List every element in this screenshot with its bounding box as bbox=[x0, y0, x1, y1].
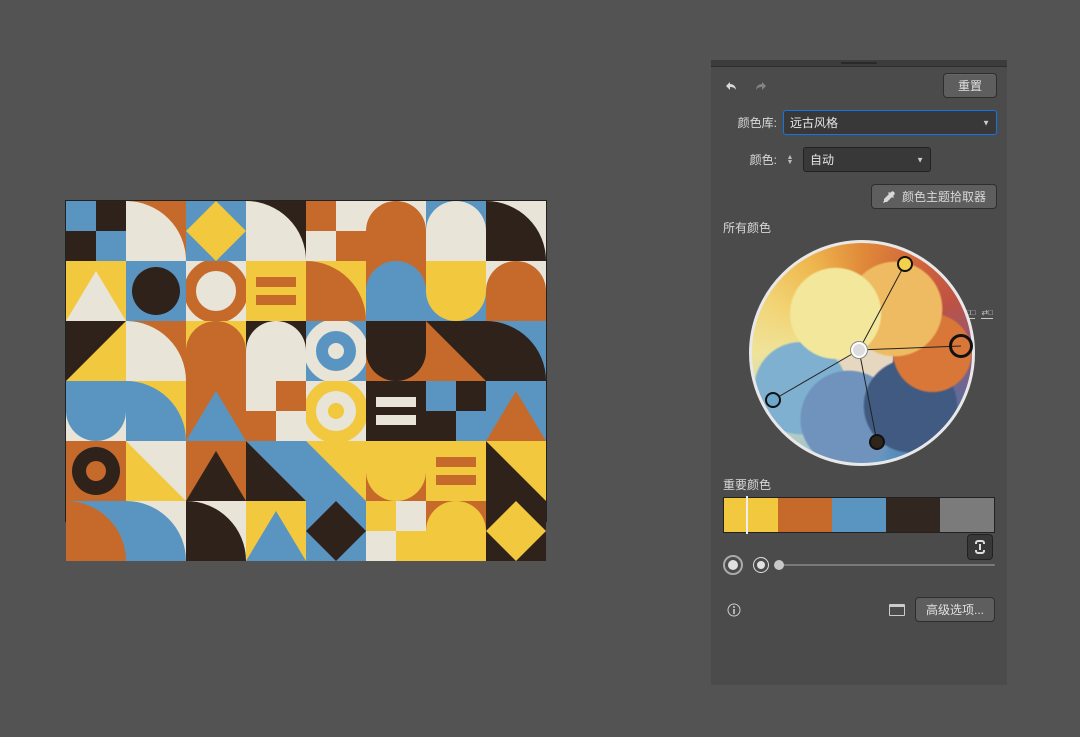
artwork-tile bbox=[426, 381, 486, 441]
important-colors-label: 重要颜色 bbox=[711, 472, 1007, 493]
library-select[interactable]: 远古风格 ▼ bbox=[783, 110, 997, 135]
panel-grip[interactable] bbox=[711, 60, 1007, 67]
artwork-tile bbox=[366, 381, 426, 441]
artwork-tile bbox=[246, 261, 306, 321]
swatch[interactable] bbox=[778, 498, 832, 532]
swatch[interactable] bbox=[886, 498, 940, 532]
artwork-tile bbox=[426, 441, 486, 501]
advanced-options-button[interactable]: 高级选项... bbox=[915, 597, 995, 622]
artwork-tile bbox=[126, 501, 186, 561]
artwork-tile bbox=[366, 261, 426, 321]
recolor-panel: 重置 颜色库: 远古风格 ▼ 颜色: ▲▼ 自动 ▼ 颜色主题拾取器 所有颜色 … bbox=[711, 60, 1007, 685]
artwork-tile bbox=[246, 201, 306, 261]
prominent-swatches[interactable] bbox=[723, 497, 995, 533]
artwork-tile bbox=[366, 201, 426, 261]
wheel-color-node[interactable] bbox=[869, 434, 885, 450]
artwork-tile bbox=[126, 321, 186, 381]
artwork-tile bbox=[426, 201, 486, 261]
view-mode-list[interactable]: ⇄□ bbox=[981, 308, 993, 319]
artwork-tile bbox=[306, 441, 366, 501]
artwork-tile bbox=[66, 261, 126, 321]
artwork-tile bbox=[246, 321, 306, 381]
artwork-tile bbox=[66, 201, 126, 261]
all-colors-label: 所有颜色 bbox=[711, 215, 1007, 236]
artwork-tile bbox=[186, 381, 246, 441]
swatch-marker[interactable] bbox=[746, 496, 748, 534]
wheel-color-node[interactable] bbox=[949, 334, 973, 358]
reset-button[interactable]: 重置 bbox=[943, 73, 997, 98]
artwork-tile bbox=[246, 501, 306, 561]
stepper-icon[interactable]: ▲▼ bbox=[783, 155, 797, 165]
swatch[interactable] bbox=[832, 498, 886, 532]
redo-button[interactable] bbox=[749, 77, 771, 95]
artwork-tile bbox=[186, 501, 246, 561]
eyedropper-icon bbox=[882, 190, 896, 204]
artwork-tile bbox=[186, 441, 246, 501]
theme-picker-button[interactable]: 颜色主题拾取器 bbox=[871, 184, 997, 209]
artwork-tile bbox=[306, 381, 366, 441]
artwork-tile bbox=[486, 321, 546, 381]
artwork-tile bbox=[66, 381, 126, 441]
artwork-tile bbox=[486, 201, 546, 261]
artwork-tile bbox=[66, 501, 126, 561]
artwork-tile bbox=[186, 321, 246, 381]
weight-slider[interactable] bbox=[779, 564, 995, 566]
artwork-tile bbox=[426, 321, 486, 381]
artwork-tile bbox=[246, 441, 306, 501]
artwork-tile bbox=[186, 261, 246, 321]
artwork-tile bbox=[366, 441, 426, 501]
library-label: 颜色库: bbox=[721, 114, 777, 131]
mode-radio-a[interactable] bbox=[723, 555, 743, 575]
undo-button[interactable] bbox=[721, 77, 743, 95]
info-button[interactable] bbox=[723, 601, 745, 619]
artwork-tile bbox=[306, 321, 366, 381]
artwork-tile bbox=[426, 501, 486, 561]
swatch[interactable] bbox=[940, 498, 994, 532]
artwork-tile bbox=[126, 381, 186, 441]
artwork-tile bbox=[306, 501, 366, 561]
artwork-tile bbox=[306, 261, 366, 321]
color-wheel[interactable] bbox=[749, 240, 969, 460]
artwork-tile bbox=[486, 261, 546, 321]
wheel-center-node[interactable] bbox=[851, 342, 867, 358]
artwork-tile bbox=[66, 321, 126, 381]
artwork-tile bbox=[426, 261, 486, 321]
artwork-tile bbox=[126, 201, 186, 261]
artwork-tile bbox=[66, 441, 126, 501]
artwork-canvas[interactable] bbox=[65, 200, 547, 522]
mode-radio-b[interactable] bbox=[753, 557, 769, 573]
artwork-tile bbox=[486, 381, 546, 441]
artwork-tile bbox=[366, 501, 426, 561]
link-harmony-button[interactable] bbox=[967, 534, 993, 560]
wheel-color-node[interactable] bbox=[897, 256, 913, 272]
wheel-color-node[interactable] bbox=[765, 392, 781, 408]
artwork-tile bbox=[366, 321, 426, 381]
artwork-tile bbox=[246, 381, 306, 441]
artwork-tile bbox=[486, 501, 546, 561]
color-count-select[interactable]: 自动 ▼ bbox=[803, 147, 931, 172]
artwork-tile bbox=[126, 441, 186, 501]
color-label: 颜色: bbox=[721, 151, 777, 168]
artwork-tile bbox=[126, 261, 186, 321]
artwork-tile bbox=[186, 201, 246, 261]
swatch[interactable] bbox=[724, 498, 778, 532]
save-to-library-button[interactable] bbox=[889, 604, 905, 616]
artwork-tile bbox=[486, 441, 546, 501]
artwork-tile bbox=[306, 201, 366, 261]
